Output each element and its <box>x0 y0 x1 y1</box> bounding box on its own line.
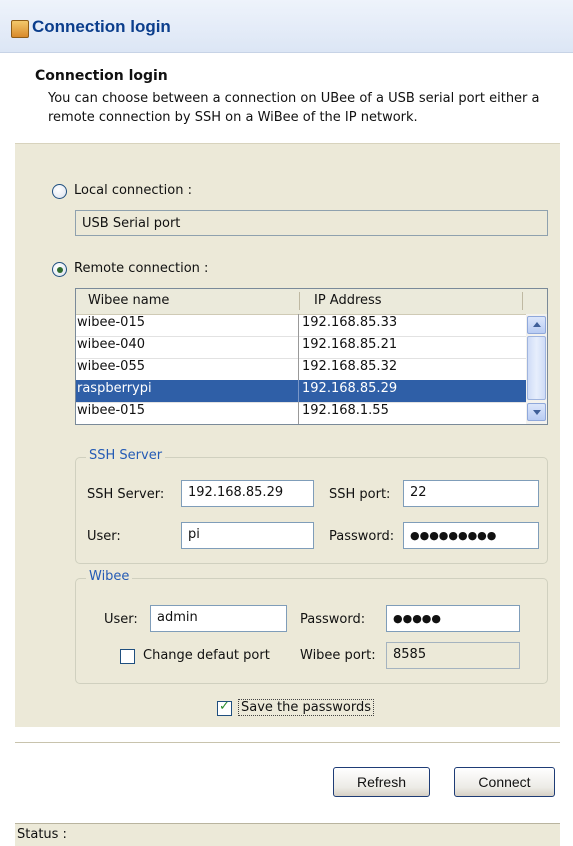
checkmark-icon: ✓ <box>219 699 230 714</box>
scroll-thumb[interactable] <box>527 336 546 400</box>
ssh-server-legend: SSH Server <box>86 448 166 463</box>
local-connection-radio[interactable] <box>52 184 67 199</box>
connect-button[interactable]: Connect <box>454 767 555 797</box>
save-passwords-label: Save the passwords <box>238 699 374 716</box>
title-bar: Connection login <box>0 0 573 53</box>
usb-serial-port-field: USB Serial port <box>75 210 548 236</box>
wibee-table[interactable]: Wibee name IP Address wibee-015 192.168.… <box>75 288 548 425</box>
table-scrollbar[interactable] <box>526 314 547 424</box>
remote-connection-label: Remote connection : <box>74 261 209 276</box>
table-row[interactable]: wibee-040 192.168.85.21 <box>76 336 526 359</box>
header-description: You can choose between a connection on U… <box>48 91 540 125</box>
cell-wibee-name: raspberrypi <box>77 381 152 396</box>
cell-divider <box>298 314 299 337</box>
divider <box>15 742 560 743</box>
ssh-password-label: Password: <box>329 529 395 544</box>
local-connection-label: Local connection : <box>74 183 192 198</box>
wibee-port-field: 8585 <box>386 642 520 669</box>
status-label: Status : <box>17 827 67 842</box>
chevron-down-icon <box>533 410 541 415</box>
wibee-user-input[interactable]: admin <box>150 605 287 632</box>
ssh-port-label: SSH port: <box>329 487 391 502</box>
column-separator <box>522 292 523 310</box>
table-row[interactable]: wibee-055 192.168.85.32 <box>76 358 526 381</box>
column-header-ip-address[interactable]: IP Address <box>314 293 382 308</box>
cell-wibee-name: wibee-055 <box>77 359 145 374</box>
ssh-password-input[interactable]: ●●●●●●●●● <box>403 522 539 549</box>
header-title: Connection login <box>35 68 168 84</box>
ssh-server-input[interactable]: 192.168.85.29 <box>181 480 314 507</box>
cell-wibee-name: wibee-040 <box>77 337 145 352</box>
table-header: Wibee name IP Address <box>76 289 547 315</box>
cell-ip-address: 192.168.85.21 <box>302 337 398 352</box>
table-row[interactable]: wibee-015 192.168.1.55 <box>76 402 526 424</box>
column-separator <box>299 292 300 310</box>
scroll-up-button[interactable] <box>527 316 546 334</box>
ssh-port-input[interactable]: 22 <box>403 480 539 507</box>
save-passwords-checkbox[interactable]: ✓ <box>217 699 232 716</box>
refresh-button[interactable]: Refresh <box>333 767 430 797</box>
ssh-user-label: User: <box>87 529 121 544</box>
cell-divider <box>298 402 299 424</box>
cell-ip-address: 192.168.85.29 <box>302 381 398 396</box>
scroll-down-button[interactable] <box>527 403 546 421</box>
cell-divider <box>298 380 299 403</box>
ssh-server-label: SSH Server: <box>87 487 165 502</box>
cell-ip-address: 192.168.85.33 <box>302 315 398 330</box>
chevron-up-icon <box>533 322 541 327</box>
window-title: Connection login <box>32 17 171 36</box>
cell-divider <box>298 336 299 359</box>
table-row[interactable]: wibee-015 192.168.85.33 <box>76 314 526 337</box>
java-app-icon <box>11 20 29 38</box>
cell-ip-address: 192.168.1.55 <box>302 403 389 418</box>
header-panel: Connection login You can choose between … <box>0 53 573 143</box>
remote-connection-radio[interactable] <box>52 262 67 277</box>
cell-ip-address: 192.168.85.32 <box>302 359 398 374</box>
wibee-password-input[interactable]: ●●●●● <box>386 605 520 632</box>
wibee-password-label: Password: <box>300 612 366 627</box>
change-default-port-label: Change defaut port <box>143 648 270 663</box>
cell-divider <box>298 358 299 381</box>
radio-selected-dot <box>57 267 63 273</box>
change-default-port-checkbox[interactable] <box>120 649 135 664</box>
column-header-wibee-name[interactable]: Wibee name <box>88 293 169 308</box>
status-bar: Status : <box>15 823 560 846</box>
table-row-selected[interactable]: raspberrypi 192.168.85.29 <box>76 380 526 403</box>
cell-wibee-name: wibee-015 <box>77 315 145 330</box>
cell-wibee-name: wibee-015 <box>77 403 145 418</box>
wibee-legend: Wibee <box>86 569 133 584</box>
wibee-port-label: Wibee port: <box>300 648 376 663</box>
ssh-user-input[interactable]: pi <box>181 522 314 549</box>
wibee-user-label: User: <box>104 612 138 627</box>
